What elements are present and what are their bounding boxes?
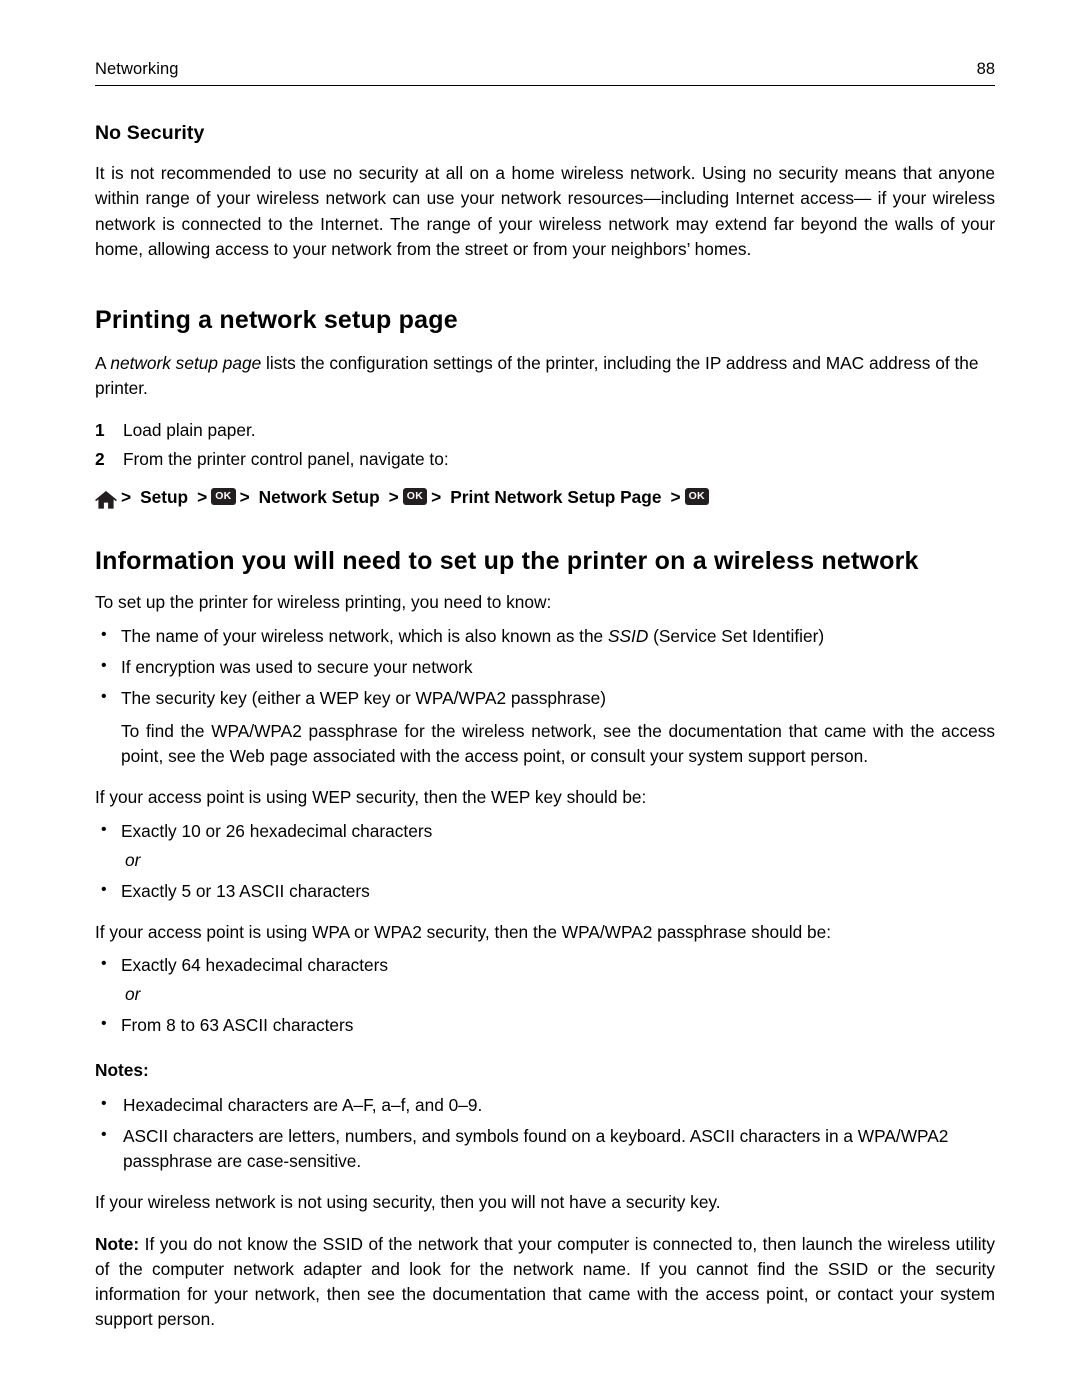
paragraph-find-passphrase: To find the WPA/WPA2 passphrase for the … <box>121 720 995 767</box>
list-item: • Hexadecimal characters are A–F, a–f, an… <box>95 1093 995 1118</box>
list-item: • Exactly 5 or 13 ASCII characters <box>95 879 995 904</box>
chapter-heading-wireless-info: Information you will need to set up the … <box>95 547 919 576</box>
intro-pre: A <box>95 353 111 373</box>
wep-key-list: • Exactly 10 or 26 hexadecimal characters <box>95 819 995 844</box>
step-number: 2 <box>95 449 105 470</box>
path-separator-4: > <box>388 486 399 507</box>
wep-key-list-2: • Exactly 5 or 13 ASCII characters <box>95 879 995 904</box>
list-item: • The security key (either a WEP key or W… <box>95 686 995 711</box>
bullet-glyph: • <box>101 955 107 973</box>
bullet-glyph: • <box>101 880 107 898</box>
list-item: • Exactly 64 hexadecimal characters <box>95 953 995 978</box>
paragraph-no-security: It is not recommended to use no security… <box>95 163 995 259</box>
path-separator-3: > <box>239 486 250 507</box>
header-title: Networking <box>95 60 179 78</box>
page-header: Networking 88 <box>95 60 995 86</box>
bullet-text-pre: If encryption was used to secure your ne… <box>121 656 473 677</box>
paragraph-no-security-key: If your wireless network is not using se… <box>95 1192 721 1213</box>
or-label-wep: or <box>125 849 141 870</box>
bullet-glyph: • <box>101 687 107 705</box>
section-heading-no-security: No Security <box>95 122 205 144</box>
notes-list: • Hexadecimal characters are A–F, a–f, an… <box>95 1093 995 1174</box>
bullet-text: Exactly 5 or 13 ASCII characters <box>121 880 370 901</box>
note-body: If you do not know the SSID of the netwo… <box>95 1233 995 1330</box>
page-content: Networking 88 No Security It is not reco… <box>95 60 995 1333</box>
steps-list: 1 Load plain paper. 2 From the printer con… <box>95 418 995 474</box>
ok-key-icon-2: OK <box>402 488 428 505</box>
bullet-text: Exactly 64 hexadecimal characters <box>121 955 389 976</box>
path-segment-setup: Setup <box>140 486 189 507</box>
paragraph-final-note: Note: If you do not know the SSID of the… <box>95 1232 995 1333</box>
bullet-text-pre: The security key (either a WEP key or WP… <box>121 687 606 708</box>
list-item: 1 Load plain paper. <box>95 418 995 444</box>
header-page-number: 88 <box>976 60 995 78</box>
paragraph-wireless-intro: To set up the printer for wireless print… <box>95 592 552 613</box>
bullet-text-italic: SSID <box>607 625 649 646</box>
bullet-glyph: • <box>101 1015 107 1033</box>
note-label: Note: <box>95 1233 140 1254</box>
bullet-glyph: • <box>101 820 107 838</box>
bullet-text-pre: The name of your wireless network, which… <box>121 625 608 646</box>
path-separator-6: > <box>670 486 681 507</box>
ok-key-icon-3: OK <box>684 488 709 505</box>
step-number: 1 <box>95 419 105 440</box>
paragraph-wpa-intro: If your access point is using WPA or WPA… <box>95 921 832 942</box>
list-item: • Exactly 10 or 26 hexadecimal characters <box>95 819 995 844</box>
list-item: 2 From the printer control panel, navigat… <box>95 447 995 473</box>
paragraph-wep-intro: If your access point is using WEP securi… <box>95 787 647 808</box>
list-item: • From 8 to 63 ASCII characters <box>95 1013 995 1038</box>
bullet-glyph: • <box>101 625 107 643</box>
list-item: • The name of your wireless network, whic… <box>95 624 995 649</box>
step-text: Load plain paper. <box>123 419 256 440</box>
step-text: From the printer control panel, navigate… <box>123 449 449 470</box>
chapter-heading-printing-network-setup-page: Printing a network setup page <box>95 306 458 334</box>
bullet-text: From 8 to 63 ASCII characters <box>121 1015 354 1036</box>
wireless-requirements-list: • The name of your wireless network, whic… <box>95 624 995 711</box>
wpa-passphrase-list: • Exactly 64 hexadecimal characters <box>95 953 995 978</box>
or-label-wpa: or <box>125 984 141 1005</box>
home-icon <box>95 490 117 510</box>
list-item: • If encryption was used to secure your n… <box>95 655 995 680</box>
intro-italic-term: network setup page <box>110 353 262 373</box>
note-text: Hexadecimal characters are A–F, a–f, and… <box>123 1095 483 1116</box>
bullet-glyph: • <box>101 1095 107 1113</box>
wpa-passphrase-list-2: • From 8 to 63 ASCII characters <box>95 1013 995 1038</box>
bullet-glyph: • <box>101 1126 107 1144</box>
path-segment-print-network-setup-page: Print Network Setup Page <box>450 486 662 507</box>
bullet-glyph: • <box>101 656 107 674</box>
paragraph-network-setup-intro: A network setup page lists the configura… <box>95 351 995 402</box>
navigation-path: > Setup > OK > Network Setup > OK > Prin… <box>95 486 995 510</box>
path-separator-5: > <box>431 486 442 507</box>
bullet-text-post: (Service Set Identifier) <box>648 625 825 646</box>
path-segment-network-setup: Network Setup <box>258 486 380 507</box>
document-page: Networking 88 No Security It is not reco… <box>0 0 1080 1397</box>
notes-heading: Notes: <box>95 1060 149 1081</box>
list-item: • ASCII characters are letters, numbers, … <box>95 1124 995 1174</box>
path-separator-1: > <box>121 486 132 507</box>
note-text: ASCII characters are letters, numbers, a… <box>123 1126 949 1172</box>
path-separator-2: > <box>197 486 208 507</box>
bullet-text: Exactly 10 or 26 hexadecimal characters <box>121 820 433 841</box>
ok-key-icon-1: OK <box>211 488 236 505</box>
